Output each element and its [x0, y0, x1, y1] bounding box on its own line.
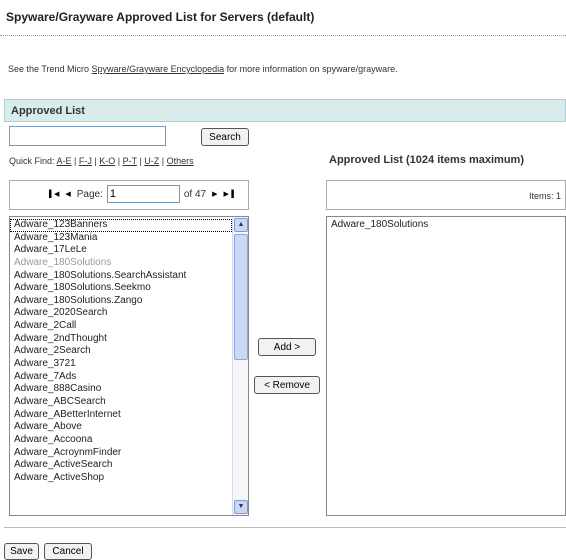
available-list-item[interactable]: Adware_ActiveShop	[10, 472, 232, 485]
available-list-item[interactable]: Adware_2ndThought	[10, 333, 232, 346]
quick-find-f-j[interactable]: F-J	[79, 156, 92, 166]
quick-find-label: Quick Find:	[9, 156, 57, 166]
last-page-icon[interactable]: ▶▐	[224, 190, 234, 198]
available-list-item[interactable]: Adware_ABetterInternet	[10, 409, 232, 422]
info-prefix: See the Trend Micro	[8, 64, 92, 74]
info-text: See the Trend Micro Spyware/Grayware Enc…	[8, 64, 398, 74]
search-button[interactable]: Search	[201, 128, 249, 146]
available-list-item[interactable]: Adware_2Search	[10, 345, 232, 358]
available-list-item[interactable]: Adware_17LeLe	[10, 244, 232, 257]
info-suffix: for more information on spyware/grayware…	[224, 64, 398, 74]
page-count-label: of 47	[183, 188, 207, 200]
available-list-item[interactable]: Adware_3721	[10, 358, 232, 371]
available-list-item[interactable]: Adware_180Solutions.Seekmo	[10, 282, 232, 295]
quick-find-separator: |	[71, 156, 79, 166]
page-label: Page:	[76, 188, 103, 200]
next-page-icon[interactable]: ▶	[212, 190, 217, 198]
available-list-item[interactable]: Adware_Above	[10, 421, 232, 434]
encyclopedia-link[interactable]: Spyware/Grayware Encyclopedia	[92, 64, 225, 74]
quick-find-a-e[interactable]: A-E	[57, 156, 72, 166]
available-list-item[interactable]: Adware_888Casino	[10, 383, 232, 396]
previous-page-icon[interactable]: ◀	[65, 190, 70, 198]
pager: ▌◀ ◀ Page: of 47 ▶ ▶▐	[9, 180, 249, 210]
available-list-item[interactable]: Adware_2020Search	[10, 307, 232, 320]
page-title: Spyware/Grayware Approved List for Serve…	[0, 0, 566, 36]
quick-find-bar: Quick Find: A-E | F-J | K-O | P-T | U-Z …	[9, 156, 194, 166]
available-list-item[interactable]: Adware_123Banners	[10, 219, 232, 232]
available-list-item[interactable]: Adware_Accoona	[10, 434, 232, 447]
available-list-item[interactable]: Adware_180Solutions	[10, 257, 232, 270]
available-list-item[interactable]: Adware_ActiveSearch	[10, 459, 232, 472]
quick-find-p-t[interactable]: P-T	[123, 156, 137, 166]
remove-button[interactable]: < Remove	[254, 376, 320, 394]
save-button[interactable]: Save	[4, 543, 39, 560]
approved-list-title: Approved List (1024 items maximum)	[329, 154, 525, 166]
quick-find-separator: |	[159, 156, 167, 166]
add-button[interactable]: Add >	[258, 338, 316, 356]
approved-list-section-header: Approved List	[4, 99, 566, 122]
approved-items-count: Items: 1	[326, 180, 566, 210]
first-page-icon[interactable]: ▌◀	[49, 190, 59, 198]
scroll-up-icon[interactable]: ▲	[234, 218, 248, 232]
list-scrollbar[interactable]: ▲ ▼	[232, 217, 248, 515]
cancel-button[interactable]: Cancel	[44, 543, 92, 560]
scroll-thumb[interactable]	[234, 234, 248, 360]
available-list-item[interactable]: Adware_7Ads	[10, 371, 232, 384]
available-list-item[interactable]: Adware_180Solutions.Zango	[10, 295, 232, 308]
available-list-item[interactable]: Adware_123Mania	[10, 232, 232, 245]
quick-find-u-z[interactable]: U-Z	[144, 156, 159, 166]
quick-find-others[interactable]: Others	[167, 156, 194, 166]
available-list-item[interactable]: Adware_180Solutions.SearchAssistant	[10, 270, 232, 283]
available-spyware-list[interactable]: Adware_123Banners Adware_123Mania Adware_1…	[9, 216, 249, 516]
quick-find-separator: |	[115, 156, 123, 166]
available-list-item[interactable]: Adware_ABCSearch	[10, 396, 232, 409]
approved-list-item[interactable]: Adware_180Solutions	[331, 219, 565, 232]
search-input[interactable]	[9, 126, 166, 146]
quick-find-k-o[interactable]: K-O	[99, 156, 115, 166]
scroll-down-icon[interactable]: ▼	[234, 500, 248, 514]
available-list-item[interactable]: Adware_2Call	[10, 320, 232, 333]
available-list-item[interactable]: Adware_AcroynmFinder	[10, 447, 232, 460]
page-number-input[interactable]	[106, 185, 180, 203]
divider	[4, 527, 566, 528]
approved-spyware-list[interactable]: Adware_180Solutions	[326, 216, 566, 516]
